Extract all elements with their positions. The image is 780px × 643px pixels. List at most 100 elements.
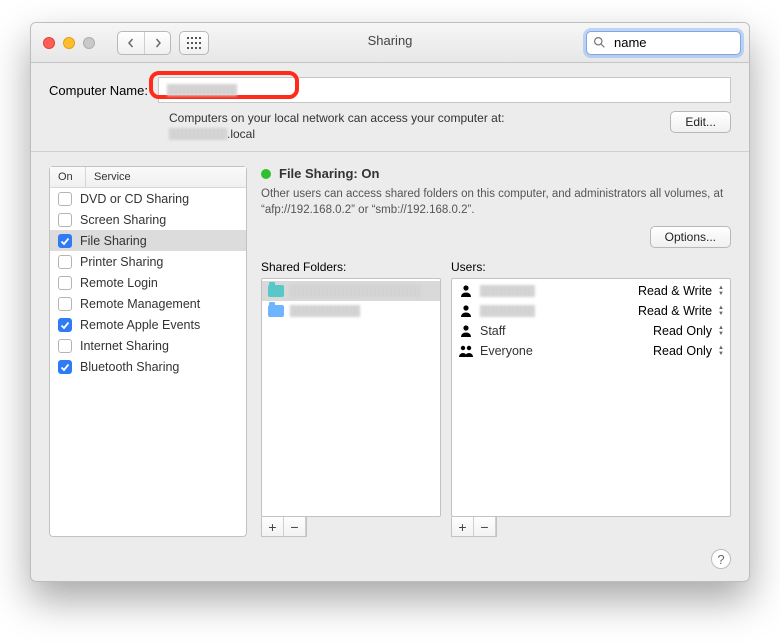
hostname-suffix: .local [227,127,255,141]
shared-folder-name [290,305,360,317]
users-list: Read & Write ▲▼ Read & Write ▲▼ Staff Read On… [451,278,731,517]
users-tools: + − [451,517,497,537]
window-controls [43,37,95,49]
service-row[interactable]: Internet Sharing [50,335,246,356]
chevron-left-icon [126,38,136,48]
permission-label: Read Only [653,324,712,338]
service-row[interactable]: File Sharing [50,230,246,251]
user-permission[interactable]: Read & Write▲▼ [638,284,724,298]
status-title: File Sharing: On [279,166,379,181]
computer-name-field[interactable] [158,77,731,103]
service-checkbox[interactable] [58,318,72,332]
service-label: Remote Login [80,276,158,290]
user-row[interactable]: Read & Write▲▼ [452,281,730,301]
check-icon [60,320,70,330]
service-checkbox[interactable] [58,192,72,206]
add-folder-button[interactable]: + [262,517,284,536]
shared-folder-row[interactable] [262,281,440,301]
service-row[interactable]: Remote Management [50,293,246,314]
shared-folder-row[interactable] [262,301,440,321]
close-window-button[interactable] [43,37,55,49]
service-description: Other users can access shared folders on… [261,187,731,218]
folder-icon [268,304,284,318]
user-permission[interactable]: Read Only▲▼ [653,344,724,358]
shared-folders-list [261,278,441,517]
network-access-info: Computers on your local network can acce… [169,111,504,125]
service-checkbox[interactable] [58,360,72,374]
service-checkbox[interactable] [58,339,72,353]
services-header-service: Service [86,167,246,187]
service-checkbox[interactable] [58,255,72,269]
footer: ? [31,549,749,581]
hostname-prefix [169,128,227,140]
user-name [480,285,535,297]
user-name: Staff [480,324,505,338]
chevron-right-icon [153,38,163,48]
user-permission[interactable]: Read & Write ▲▼ [638,304,724,318]
service-label: DVD or CD Sharing [80,192,189,206]
edit-hostname-button[interactable]: Edit... [670,111,731,133]
grid-icon [187,37,201,49]
service-row[interactable]: Bluetooth Sharing [50,356,246,377]
computer-name-section: Computer Name: Computers on your local n… [31,63,749,152]
back-button[interactable] [118,32,144,54]
remove-user-button[interactable]: − [474,517,496,536]
services-header: On Service [50,167,246,188]
service-label: Remote Management [80,297,200,311]
services-header-on: On [50,167,86,187]
service-label: Remote Apple Events [80,318,200,332]
user-name [480,305,535,317]
service-label: Internet Sharing [80,339,169,353]
nav-back-forward [117,31,171,55]
service-label: Bluetooth Sharing [80,360,179,374]
permission-stepper-icon: ▲▼ [718,345,724,357]
users-label: Users: [451,260,731,274]
user-row[interactable]: Everyone Read Only▲▼ [452,341,730,361]
search-input[interactable] [612,34,750,51]
shared-folders-tools: + − [261,517,307,537]
zoom-window-button[interactable] [83,37,95,49]
user-row[interactable]: Staff Read Only▲▼ [452,321,730,341]
options-button[interactable]: Options... [650,226,731,248]
search-icon [593,36,606,49]
user-row[interactable]: Read & Write ▲▼ [452,301,730,321]
service-row[interactable]: Remote Apple Events [50,314,246,335]
shared-folders-label: Shared Folders: [261,260,441,274]
service-detail-pane: File Sharing: On Other users can access … [261,166,731,537]
forward-button[interactable] [144,32,170,54]
add-user-button[interactable]: + [452,517,474,536]
service-status: File Sharing: On [261,166,731,181]
user-name: Everyone [480,344,533,358]
service-checkbox[interactable] [58,213,72,227]
sharing-prefpane-window: Sharing ✕ Computer Name: Computers on yo… [30,22,750,582]
service-label: Printer Sharing [80,255,163,269]
service-checkbox[interactable] [58,234,72,248]
permission-stepper-icon: ▲▼ [718,305,724,317]
user-icon [458,284,474,298]
user-icon [458,324,474,338]
service-row[interactable]: Printer Sharing [50,251,246,272]
help-icon: ? [717,552,724,567]
search-field-container: ✕ [586,31,741,55]
remove-folder-button[interactable]: − [284,517,306,536]
service-row[interactable]: Remote Login [50,272,246,293]
services-list: On Service DVD or CD Sharing Screen Shari… [49,166,247,537]
status-indicator-icon [261,169,271,179]
folder-icon [268,284,284,298]
computer-name-label: Computer Name: [49,83,148,98]
group-icon [458,344,474,358]
permission-label: Read & Write [638,284,712,298]
service-row[interactable]: Screen Sharing [50,209,246,230]
computer-name-value [167,84,237,96]
help-button[interactable]: ? [711,549,731,569]
service-label: File Sharing [80,234,147,248]
main-body: On Service DVD or CD Sharing Screen Shari… [31,152,749,549]
show-all-prefs-button[interactable] [179,31,209,55]
service-checkbox[interactable] [58,297,72,311]
permission-label: Read & Write [638,304,712,318]
user-permission[interactable]: Read Only▲▼ [653,324,724,338]
service-row[interactable]: DVD or CD Sharing [50,188,246,209]
minimize-window-button[interactable] [63,37,75,49]
user-icon [458,304,474,318]
service-checkbox[interactable] [58,276,72,290]
